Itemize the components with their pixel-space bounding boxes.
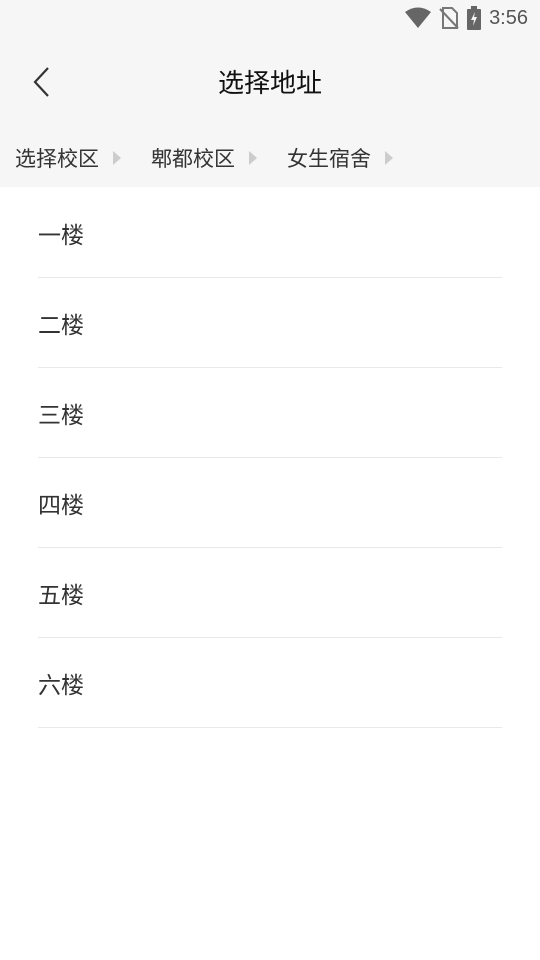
clock: 3:56 [489,6,528,29]
triangle-right-icon [113,150,121,165]
floor-list: 一楼 二楼 三楼 四楼 五楼 六楼 [38,188,502,728]
list-item-floor-4[interactable]: 四楼 [38,458,502,548]
list-item-label: 二楼 [38,312,84,339]
battery-charging-icon [467,6,482,30]
breadcrumb-label: 女生宿舍 [287,146,371,171]
list-item-label: 四楼 [38,492,84,519]
list-item-label: 五楼 [38,582,84,609]
breadcrumb-label: 郫都校区 [151,146,235,171]
list-item-floor-3[interactable]: 三楼 [38,368,502,458]
page-title: 选择地址 [217,69,322,99]
list-item-label: 一楼 [38,222,84,249]
triangle-right-icon [385,150,393,165]
list-item-floor-2[interactable]: 二楼 [38,278,502,368]
wifi-icon [405,7,432,29]
breadcrumb-item-campus-select[interactable]: 选择校区 [15,143,121,173]
list-item-floor-5[interactable]: 五楼 [38,548,502,638]
list-item-floor-6[interactable]: 六楼 [38,638,502,728]
list-item-label: 六楼 [38,672,84,699]
breadcrumb-label: 选择校区 [15,146,99,171]
triangle-right-icon [249,150,257,165]
list-item-label: 三楼 [38,402,84,429]
app-bar: 选择地址 [0,36,540,128]
breadcrumb-item-dorm[interactable]: 女生宿舍 [287,143,393,173]
breadcrumb-item-campus[interactable]: 郫都校区 [151,143,257,173]
list-item-floor-1[interactable]: 一楼 [38,188,502,278]
breadcrumb: 选择校区 郫都校区 女生宿舍 [0,128,540,187]
no-sim-icon [439,7,459,29]
status-bar: 3:56 [0,0,540,36]
